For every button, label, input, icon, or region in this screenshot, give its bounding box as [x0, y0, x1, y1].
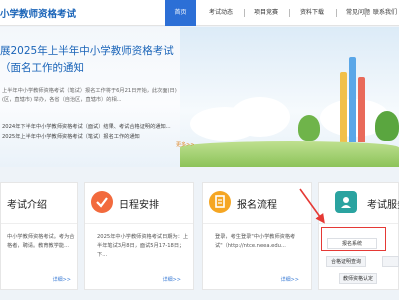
- nav-divider: [336, 9, 337, 17]
- nav-projects[interactable]: 项目竞赛: [246, 0, 286, 26]
- headline-title[interactable]: 展2025年上半年中小学教师资格考试（面名工作的通知: [0, 43, 190, 77]
- pencil-icon: [358, 77, 365, 142]
- nav-home[interactable]: 首页: [165, 0, 196, 26]
- card-schedule: 日程安排 2025年中小学教师资格考试日期为：上半年笔试3月8日，面试5月17-…: [84, 182, 194, 290]
- news-list: 2024年下半年中小学教师资格考试（面试）结果、考试合格证明的通知... 202…: [2, 122, 182, 142]
- divider: [203, 223, 311, 224]
- card-title[interactable]: 日程安排: [119, 196, 159, 211]
- card-title[interactable]: 考试服务: [367, 196, 399, 211]
- certificate-query-button[interactable]: 合格证明查询: [326, 256, 366, 267]
- teacher-certification-button[interactable]: 教师资格认定: [339, 273, 377, 284]
- card-title[interactable]: 考试介绍: [7, 196, 47, 211]
- card-exam-intro: 考试介绍 中小学教师资格考试。考为合格者，聘请。教育教学能... 详细>>: [0, 182, 78, 290]
- news-link[interactable]: 2025年上半年中小学教师资格考试（笔试）报名工作的通知: [2, 132, 182, 142]
- pencil-icon: [340, 72, 347, 142]
- grass-shape: [180, 141, 399, 167]
- tree-icon: [298, 115, 320, 141]
- service-button-partial[interactable]: [382, 256, 399, 267]
- nav-contact[interactable]: 联系我们: [371, 0, 399, 26]
- site-title[interactable]: 小学教师资格考试: [0, 6, 76, 20]
- card-more-link[interactable]: 详细>>: [163, 276, 181, 283]
- highlight-box: [321, 227, 386, 251]
- nav-divider: [365, 9, 366, 17]
- card-more-link[interactable]: 详细>>: [281, 276, 299, 283]
- nav-exam-news[interactable]: 考试动态: [200, 0, 242, 26]
- checkmark-icon: [91, 191, 113, 213]
- pencil-icon: [349, 57, 356, 142]
- more-link[interactable]: 更多>>: [176, 141, 194, 148]
- nav-downloads[interactable]: 资料下载: [291, 0, 333, 26]
- card-registration-process: 报名流程 登录，考生登录"中小学教师资格考试"（http://ntce.neea…: [202, 182, 312, 290]
- hero-banner: 展2025年上半年中小学教师资格考试（面名工作的通知 上半年中小学教师资格考试（…: [0, 27, 399, 167]
- nav-divider: [244, 9, 245, 17]
- cloud-shape: [230, 97, 290, 137]
- site-header: 小学教师资格考试 首页 考试动态 项目竞赛 资料下载 常见问题 联系我们: [0, 0, 399, 26]
- card-body: 2025年中小学教师资格考试日期为：上半年笔试3月8日，面试5月17-18日；下…: [97, 234, 189, 258]
- card-body: 登录，考生登录"中小学教师资格考试"（http://ntce.neea.edu.…: [215, 234, 296, 249]
- document-icon: [209, 191, 231, 213]
- nav-divider: [289, 9, 290, 17]
- divider: [1, 223, 77, 224]
- divider: [319, 223, 398, 224]
- card-title[interactable]: 报名流程: [237, 196, 277, 211]
- card-more-link[interactable]: 详细>>: [53, 276, 71, 283]
- headline-summary: 上半年中小学教师资格考试（笔试）报名工作将于6月21日开始，此次面(日)(区，直…: [2, 88, 177, 103]
- divider: [85, 223, 193, 224]
- tree-icon: [375, 111, 399, 141]
- news-link[interactable]: 2024年下半年中小学教师资格考试（面试）结果、考试合格证明的通知...: [2, 122, 182, 132]
- card-body: 中小学教师资格考试。考为合格者，聘请。教育教学能...: [7, 234, 75, 249]
- person-badge-icon: [335, 191, 357, 213]
